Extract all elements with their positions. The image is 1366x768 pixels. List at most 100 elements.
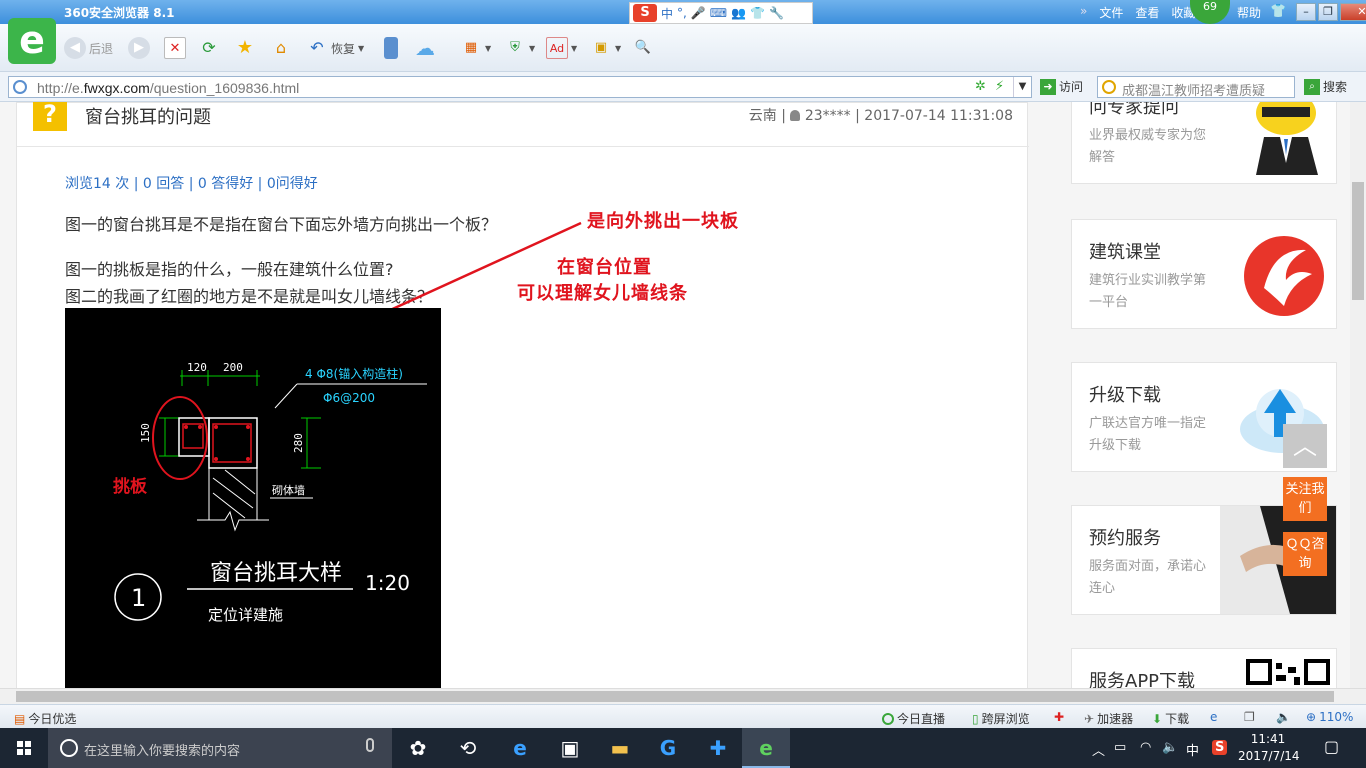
task-view-icon[interactable]: ✿ xyxy=(394,728,442,768)
window-controls: – ❐ ✕ xyxy=(1296,3,1366,21)
menu-fold-icon[interactable]: » xyxy=(1080,4,1087,21)
browser-logo[interactable]: e xyxy=(8,18,56,64)
back-to-top-button[interactable]: ︿ xyxy=(1283,424,1327,468)
file-explorer-icon[interactable]: ▬ xyxy=(596,728,644,768)
phone-button[interactable] xyxy=(384,36,398,60)
svg-text:120: 120 xyxy=(187,361,207,374)
back-button[interactable]: ◀ 后退 xyxy=(64,36,113,60)
play-icon xyxy=(882,712,894,725)
menu-file[interactable]: 文件 xyxy=(1099,4,1123,21)
tray-ime[interactable]: 中 xyxy=(1186,740,1199,759)
qq-consult-button[interactable]: ＱＱ咨询 xyxy=(1283,532,1327,576)
sidebar-card-expert[interactable]: 问专家提问 业界最权威专家为您解答 xyxy=(1071,102,1337,184)
notification-icon[interactable]: ▢ xyxy=(1324,737,1339,756)
forward-button[interactable]: ▶ xyxy=(128,36,150,60)
vertical-scroll-thumb[interactable] xyxy=(1352,182,1364,300)
home-button[interactable]: ⌂ xyxy=(270,36,292,60)
cloud-button[interactable]: ☁ xyxy=(414,36,436,60)
visit-button[interactable]: ➜ 访问 xyxy=(1040,78,1083,95)
ie-icon[interactable]: e xyxy=(1210,710,1217,724)
go-arrow-icon: ➜ xyxy=(1040,78,1056,95)
shield-icon: ⛨ xyxy=(510,40,520,55)
shirt-icon[interactable]: 👕 xyxy=(750,6,765,20)
follow-us-button[interactable]: 关注我们 xyxy=(1283,477,1327,521)
zoom-control[interactable]: ⊕ 110% xyxy=(1306,710,1353,724)
search-button[interactable]: ⌕ 搜索 xyxy=(1304,78,1347,95)
level-badge[interactable]: 69 xyxy=(1190,0,1230,24)
wrench-icon[interactable]: 🔧 xyxy=(769,6,784,20)
volume-icon[interactable]: 🔈 xyxy=(1276,710,1291,724)
taskbar-clock[interactable]: 11:41 2017/7/14 xyxy=(1238,731,1300,765)
svg-text:Φ6@200: Φ6@200 xyxy=(323,391,375,405)
app-plus-icon[interactable]: ✚ xyxy=(694,728,742,768)
battery-icon[interactable]: ▭ xyxy=(1114,740,1126,755)
browser-toolbar: ◀ 后退 ▶ ✕ ⟳ ★ ⌂ ↶ 恢复 ▼ ☁ ▦ ▼ ⛨ ▼ Ad ▼ ▣ ▼ xyxy=(0,24,1366,72)
accelerator[interactable]: ✈ 加速器 xyxy=(1084,710,1133,727)
svg-text:砌体墙: 砌体墙 xyxy=(272,483,305,497)
ime-toolbar[interactable]: S 中 °, 🎤 ⌨ 👥 👕 🔧 xyxy=(629,2,813,24)
sidebar-card-app[interactable]: 服务APP下载 xyxy=(1071,648,1337,688)
zoom-icon: ⊕ xyxy=(1306,710,1317,724)
address-input[interactable]: http://e.fwxgx.com/question_1609836.html… xyxy=(8,76,1032,98)
gift-icon: ▤ xyxy=(14,711,26,726)
cloud-icon: ☁ xyxy=(415,36,435,60)
microphone-icon[interactable]: 🎤 xyxy=(691,6,706,20)
favorite-button[interactable]: ★ xyxy=(234,36,256,60)
stop-button[interactable]: ✕ xyxy=(164,36,186,60)
horizontal-scrollbar[interactable] xyxy=(0,688,1366,704)
skin-icon[interactable]: 👕 xyxy=(1270,4,1288,20)
cortana-icon xyxy=(60,739,78,757)
url-dropdown-icon[interactable]: ▼ xyxy=(1013,77,1031,97)
today-live[interactable]: 今日直播 xyxy=(882,710,945,727)
find-button[interactable]: 🔍 xyxy=(632,36,654,60)
search-input[interactable]: 成都温江教师招考遭质疑 xyxy=(1097,76,1295,99)
minimize-button[interactable]: – xyxy=(1296,3,1316,21)
window-title: 360安全浏览器 8.1 xyxy=(64,6,175,20)
app-g-icon[interactable]: G xyxy=(644,728,692,768)
ime-punctuation[interactable]: °, xyxy=(677,6,687,20)
window-icon[interactable]: ❐ xyxy=(1244,710,1255,724)
today-picks[interactable]: ▤ 今日优选 xyxy=(14,710,76,727)
menu-view[interactable]: 查看 xyxy=(1135,4,1159,21)
shield-button[interactable]: ⛨ ▼ xyxy=(504,36,535,60)
adblock-button[interactable]: Ad ▼ xyxy=(546,36,577,60)
start-button[interactable] xyxy=(0,728,48,768)
speed-icon[interactable]: ⚡ xyxy=(995,79,1004,94)
sogou-icon[interactable]: S xyxy=(633,4,657,22)
keyboard-icon[interactable]: ⌨ xyxy=(710,6,727,20)
wifi-icon[interactable]: ◠ xyxy=(1140,740,1151,755)
close-button[interactable]: ✕ xyxy=(1340,3,1366,21)
tools-button[interactable]: ▣ ▼ xyxy=(590,36,621,60)
refresh-button[interactable]: ⟳ xyxy=(198,36,220,60)
maximize-button[interactable]: ❐ xyxy=(1318,3,1338,21)
menu-help[interactable]: 帮助 xyxy=(1237,4,1261,21)
taskbar-search[interactable]: 在这里输入你要搜索的内容 xyxy=(48,728,392,768)
title-bar: 360安全浏览器 8.1 S 中 °, 🎤 ⌨ 👥 👕 🔧 » 文件 查看 收藏… xyxy=(0,0,1366,24)
browser-360-taskbar-icon[interactable]: e xyxy=(742,728,790,768)
downloads[interactable]: ⬇ 下载 xyxy=(1152,710,1189,727)
url-text[interactable]: http://e.fwxgx.com/question_1609836.html xyxy=(37,80,299,96)
vertical-scrollbar[interactable] xyxy=(1350,102,1366,688)
app-spiral-icon[interactable]: ⟲ xyxy=(444,728,492,768)
rocket-icon: ✈ xyxy=(1084,711,1095,726)
edge-icon[interactable]: e xyxy=(496,728,544,768)
apps-button[interactable]: ▦ ▼ xyxy=(460,36,491,60)
sidebar-card-classroom[interactable]: 建筑课堂 建筑行业实训教学第一平台 xyxy=(1071,219,1337,329)
store-icon[interactable]: ▣ xyxy=(546,728,594,768)
users-icon[interactable]: 👥 xyxy=(731,6,746,20)
compat-icon[interactable]: ✲ xyxy=(975,79,986,94)
taskbar-mic-icon[interactable] xyxy=(366,738,374,752)
tray-chevron-icon[interactable]: ︿ xyxy=(1092,740,1105,759)
restore-button[interactable]: ↶ 恢复 ▼ xyxy=(306,36,364,60)
first-aid-icon[interactable]: ✚ xyxy=(1054,710,1064,724)
speaker-icon[interactable]: 🔈 xyxy=(1162,740,1178,755)
horizontal-scroll-thumb[interactable] xyxy=(16,691,1334,702)
page-content: ? 窗台挑耳的问题 云南 | 23**** | 2017-07-14 11:31… xyxy=(0,102,1350,688)
cross-screen[interactable]: ▯ 跨屏浏览 xyxy=(972,710,1030,727)
qr-code-icon xyxy=(1246,659,1330,685)
ime-mode[interactable]: 中 xyxy=(661,5,673,22)
toolbox-icon: ▣ xyxy=(594,40,608,55)
search-engine-icon xyxy=(1102,80,1116,94)
svg-text:200: 200 xyxy=(223,361,243,374)
tray-sogou-icon[interactable]: S xyxy=(1212,740,1228,755)
